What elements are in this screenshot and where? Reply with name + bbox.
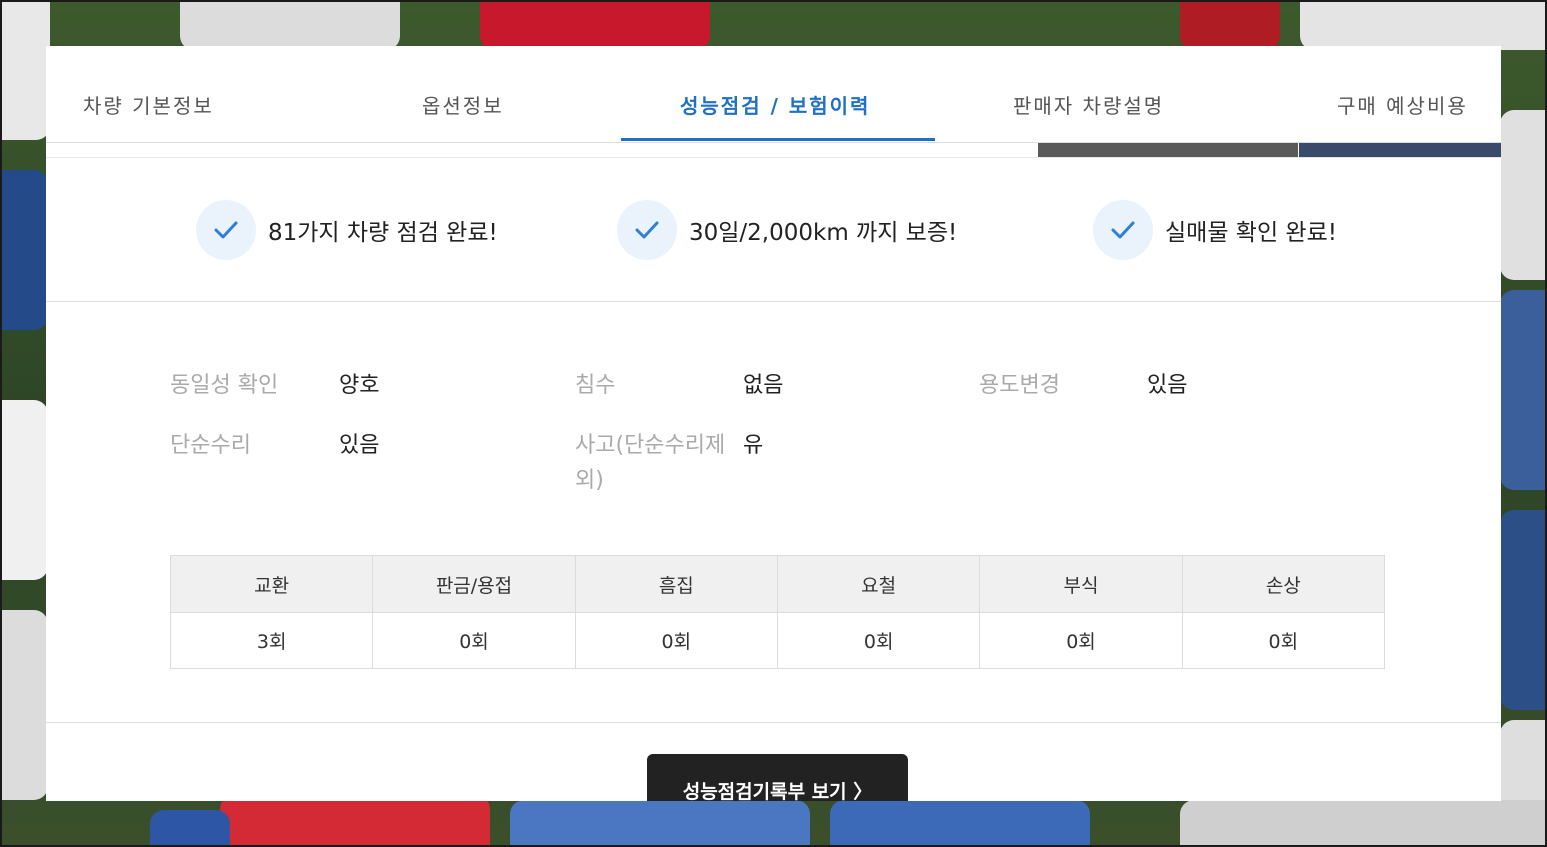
simple-repair-value: 있음 — [339, 433, 380, 458]
divider — [46, 722, 1501, 723]
highlight-inspection: 81가지 차량 점검 완료! — [196, 200, 498, 260]
accident-label: 사고(단순수리제외) — [575, 433, 726, 493]
highlight-text: 30일/2,000km 까지 보증! — [689, 220, 958, 246]
header-corrosion: 부식 — [979, 555, 1183, 613]
tab-bar: 차량 기본정보 옵션정보 성능점검 / 보험이력 판매자 차량설명 구매 예상비… — [46, 46, 1501, 143]
highlight-text: 실매물 확인 완료! — [1165, 220, 1337, 246]
count-scratch: 0회 — [574, 612, 778, 669]
header-damage: 손상 — [1181, 555, 1386, 613]
highlights-row: 81가지 차량 점검 완료! 30일/2,000km 까지 보증! 실매물 확인… — [46, 158, 1501, 302]
view-inspection-record-button[interactable]: 성능점검기록부 보기 〉 — [647, 754, 908, 801]
table-row: 3회 0회 0회 0회 0회 0회 — [169, 612, 1386, 669]
photo-strip-right — [1299, 143, 1501, 157]
count-sheet-metal: 0회 — [372, 612, 576, 669]
count-dent: 0회 — [776, 612, 981, 669]
highlight-warranty: 30일/2,000km 까지 보증! — [617, 200, 957, 260]
tab-seller-description[interactable]: 판매자 차량설명 — [1013, 46, 1164, 143]
header-sheet-metal: 판금/용접 — [372, 555, 576, 613]
header-exchange: 교환 — [169, 555, 374, 613]
header-dent: 요철 — [776, 555, 981, 613]
header-scratch: 흠집 — [574, 555, 778, 613]
tab-basic-info[interactable]: 차량 기본정보 — [83, 46, 214, 143]
check-icon — [617, 200, 677, 260]
accident-value: 유 — [743, 433, 764, 458]
count-damage: 0회 — [1181, 612, 1386, 669]
check-icon — [1093, 200, 1153, 260]
flood-value: 없음 — [743, 373, 784, 398]
highlight-real-listing: 실매물 확인 완료! — [1093, 200, 1337, 260]
tab-options[interactable]: 옵션정보 — [422, 46, 504, 143]
count-corrosion: 0회 — [979, 612, 1183, 669]
flood-label: 침수 — [575, 373, 616, 398]
active-tab-indicator — [621, 138, 935, 141]
tab-expected-cost[interactable]: 구매 예상비용 — [1337, 46, 1468, 143]
check-icon — [196, 200, 256, 260]
repair-count-table: 교환 판금/용접 흠집 요철 부식 손상 3회 0회 0회 0회 0회 0회 — [169, 555, 1386, 669]
tab-inspection-insurance[interactable]: 성능점검 / 보험이력 — [680, 46, 870, 143]
simple-repair-label: 단순수리 — [170, 433, 251, 458]
identity-label: 동일성 확인 — [170, 373, 279, 398]
usage-change-value: 있음 — [1147, 373, 1188, 398]
usage-change-label: 용도변경 — [979, 373, 1060, 398]
identity-value: 양호 — [339, 373, 380, 398]
detail-panel: 차량 기본정보 옵션정보 성능점검 / 보험이력 판매자 차량설명 구매 예상비… — [46, 46, 1501, 801]
highlight-text: 81가지 차량 점검 완료! — [268, 220, 498, 246]
count-exchange: 3회 — [169, 612, 374, 669]
table-header-row: 교환 판금/용접 흠집 요철 부식 손상 — [169, 555, 1386, 613]
photo-strip-left — [1038, 143, 1298, 157]
